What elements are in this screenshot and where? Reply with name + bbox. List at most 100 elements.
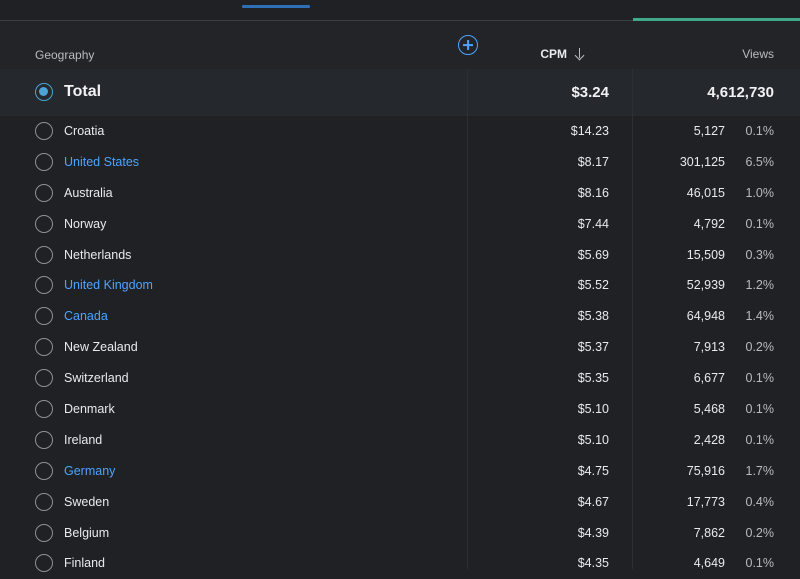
views-value: 2,428: [693, 432, 725, 447]
cpm-header-label: CPM: [540, 47, 567, 61]
table-row[interactable]: Ireland $5.10 2,428 0.1%: [0, 425, 800, 456]
country-name: Sweden: [64, 494, 110, 509]
cpm-value: $5.10: [577, 402, 609, 417]
views-percent: 0.1%: [745, 556, 775, 571]
views-percent: 1.7%: [745, 463, 775, 478]
views-percent: 1.0%: [745, 185, 775, 200]
plus-circle-icon[interactable]: [458, 35, 478, 55]
table-row[interactable]: Denmark $5.10 5,468 0.1%: [0, 394, 800, 425]
row-radio[interactable]: [35, 152, 53, 171]
total-radio[interactable]: [35, 83, 53, 101]
table-row[interactable]: Belgium $4.39 7,862 0.2%: [0, 518, 800, 549]
views-value: 4,792: [693, 216, 725, 231]
table-row[interactable]: Netherlands $5.69 15,509 0.3%: [0, 240, 800, 271]
country-name[interactable]: United States: [64, 155, 139, 169]
total-views: 4,612,730: [707, 84, 774, 101]
views-percent: 0.1%: [745, 402, 775, 417]
row-radio[interactable]: [35, 183, 53, 202]
country-name: Croatia: [64, 124, 105, 138]
views-value: 7,913: [693, 340, 725, 355]
cpm-value: $14.23: [570, 124, 609, 138]
views-value: 301,125: [679, 154, 725, 169]
row-radio[interactable]: [35, 369, 53, 388]
table-row[interactable]: Canada $5.38 64,948 1.4%: [0, 301, 800, 332]
active-tab-indicator: [242, 5, 310, 8]
country-name[interactable]: Germany: [64, 464, 115, 478]
table-header: Geography CPM Views: [0, 21, 800, 69]
country-name: Australia: [64, 185, 113, 200]
table-row[interactable]: Croatia $14.23 5,127 0.1%: [0, 116, 800, 147]
cpm-value: $4.39: [577, 525, 609, 540]
country-name: Ireland: [64, 432, 103, 447]
views-value: 75,916: [686, 463, 725, 478]
cpm-value: $4.35: [577, 556, 609, 571]
views-percent: 1.2%: [745, 278, 775, 293]
table-row[interactable]: Sweden $4.67 17,773 0.4%: [0, 487, 800, 518]
views-value: 17,773: [686, 494, 725, 509]
views-value: 64,948: [686, 309, 725, 324]
cpm-column-header[interactable]: CPM: [540, 47, 585, 61]
cpm-value: $7.44: [577, 216, 609, 231]
row-radio[interactable]: [35, 430, 53, 449]
cpm-value: $4.75: [577, 463, 609, 478]
cpm-value: $8.16: [577, 185, 609, 200]
views-value: 46,015: [686, 185, 725, 200]
views-percent: 0.1%: [745, 371, 775, 386]
cpm-value: $5.69: [577, 247, 609, 262]
geography-column-header[interactable]: Geography: [35, 48, 94, 62]
views-percent: 0.1%: [745, 216, 775, 231]
cpm-value: $5.38: [577, 309, 609, 324]
total-cpm: $3.24: [571, 84, 609, 101]
views-value: 5,468: [693, 402, 725, 417]
row-radio[interactable]: [35, 523, 53, 542]
geography-table-body: Croatia $14.23 5,127 0.1% United States $8.17…: [0, 116, 800, 579]
row-radio[interactable]: [35, 214, 53, 233]
views-percent: 0.4%: [745, 494, 775, 509]
views-percent: 0.2%: [745, 525, 775, 540]
country-name: Finland: [64, 556, 105, 571]
views-percent: 1.4%: [745, 309, 775, 324]
table-row[interactable]: United Kingdom $5.52 52,939 1.2%: [0, 270, 800, 301]
views-percent: 6.5%: [745, 154, 775, 169]
cpm-value: $8.17: [577, 154, 609, 169]
views-percent: 0.1%: [745, 432, 775, 447]
row-radio[interactable]: [35, 554, 53, 573]
country-name: Switzerland: [64, 371, 129, 386]
country-name[interactable]: United Kingdom: [64, 278, 153, 292]
row-radio[interactable]: [35, 461, 53, 480]
views-value: 5,127: [693, 124, 725, 138]
row-radio[interactable]: [35, 122, 53, 140]
row-radio[interactable]: [35, 492, 53, 511]
views-value: 4,649: [693, 556, 725, 571]
country-name: Norway: [64, 216, 107, 231]
total-row[interactable]: Total $3.24 4,612,730: [0, 69, 800, 116]
views-percent: 0.1%: [745, 124, 775, 138]
table-row[interactable]: United States $8.17 301,125 6.5%: [0, 147, 800, 178]
views-percent: 0.3%: [745, 247, 775, 262]
views-value: 52,939: [686, 278, 725, 293]
country-name: New Zealand: [64, 340, 138, 355]
table-row[interactable]: Germany $4.75 75,916 1.7%: [0, 456, 800, 487]
table-row[interactable]: Finland $4.35 4,649 0.1%: [0, 548, 800, 579]
row-radio[interactable]: [35, 400, 53, 419]
cpm-value: $4.67: [577, 494, 609, 509]
total-label: Total: [64, 83, 102, 100]
country-name: Netherlands: [64, 247, 132, 262]
row-radio[interactable]: [35, 307, 53, 326]
row-radio[interactable]: [35, 338, 53, 357]
table-row[interactable]: Australia $8.16 46,015 1.0%: [0, 178, 800, 209]
country-name: Belgium: [64, 525, 110, 540]
country-name[interactable]: Canada: [64, 309, 108, 323]
row-radio[interactable]: [35, 245, 53, 264]
views-column-header[interactable]: Views: [742, 47, 774, 61]
cpm-value: $5.35: [577, 371, 609, 386]
views-value: 6,677: [693, 371, 725, 386]
table-row[interactable]: Norway $7.44 4,792 0.1%: [0, 209, 800, 240]
cpm-value: $5.52: [577, 278, 609, 293]
table-row[interactable]: Switzerland $5.35 6,677 0.1%: [0, 363, 800, 394]
table-row[interactable]: New Zealand $5.37 7,913 0.2%: [0, 332, 800, 363]
views-value: 15,509: [686, 247, 725, 262]
views-value: 7,862: [693, 525, 725, 540]
row-radio[interactable]: [35, 276, 53, 295]
country-name: Denmark: [64, 402, 115, 417]
